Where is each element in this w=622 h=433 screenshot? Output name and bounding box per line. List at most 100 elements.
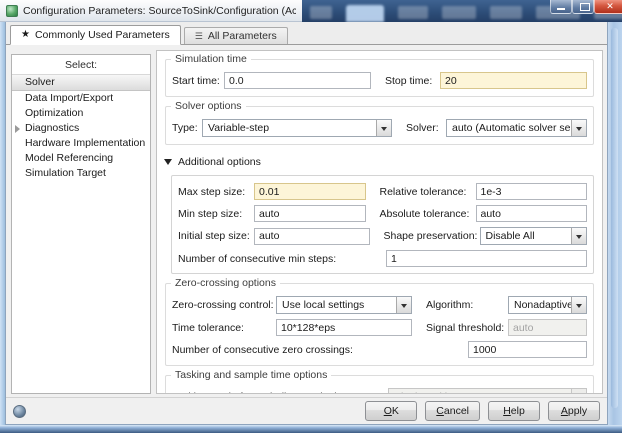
solver-select-value: auto (Automatic solver selection) (447, 122, 571, 134)
background-ribbon-tab[interactable] (398, 6, 428, 19)
maximize-button[interactable] (572, 0, 594, 14)
tasking-mode-label: Tasking mode for periodic sample times: (172, 391, 388, 394)
collapse-triangle-icon (164, 159, 172, 169)
sidebar-item-model-referencing[interactable]: Model Referencing (12, 151, 150, 166)
consecutive-min-steps-label: Number of consecutive min steps: (178, 253, 386, 265)
background-ribbon-tab[interactable] (442, 6, 476, 19)
signal-threshold-label: Signal threshold: (426, 322, 508, 334)
sidebar-item-data-import-export[interactable]: Data Import/Export (12, 91, 150, 106)
shape-preservation-select[interactable]: Disable All (480, 227, 588, 245)
shape-preservation-label: Shape preservation: (384, 230, 480, 242)
category-sidebar: Select: Solver Data Import/Export Optimi… (11, 54, 151, 394)
time-tolerance-input[interactable] (276, 319, 412, 336)
consecutive-zero-crossings-input[interactable] (468, 341, 587, 358)
help-button[interactable]: Help (488, 401, 540, 421)
sidebar-item-label: Solver (25, 76, 55, 88)
shape-preservation-value: Disable All (481, 230, 572, 242)
dialog-title-bar: Configuration Parameters: SourceToSink/C… (0, 0, 302, 22)
sidebar-item-label: Data Import/Export (25, 92, 113, 104)
min-step-size-input[interactable] (254, 205, 366, 222)
solver-options-group: Solver options Type: Variable-step Solve… (165, 106, 594, 145)
background-ribbon-tab[interactable] (310, 6, 332, 19)
type-label: Type: (172, 122, 202, 134)
background-window-ribbon (302, 0, 622, 22)
dialog-content: Select: Solver Data Import/Export Optimi… (6, 45, 607, 397)
sidebar-item-label: Diagnostics (25, 122, 79, 134)
star-icon: ★ (21, 30, 30, 40)
chevron-down-icon (571, 389, 586, 394)
algorithm-select[interactable]: Nonadaptive (508, 296, 587, 314)
background-scrollbar-track (611, 28, 618, 408)
zero-crossing-control-select[interactable]: Use local settings (276, 296, 412, 314)
relative-tolerance-label: Relative tolerance: (380, 186, 476, 198)
cancel-button[interactable]: Cancel (425, 401, 480, 421)
close-button[interactable] (594, 0, 622, 14)
section-title-simulation-time: Simulation time (171, 53, 251, 65)
simulation-time-group: Simulation time Start time: Stop time: (165, 59, 594, 97)
ok-button[interactable]: OK (365, 401, 417, 421)
expand-arrow-icon[interactable] (15, 125, 24, 133)
additional-options-group: Max step size: Relative tolerance: Min s… (171, 175, 594, 274)
type-select-value: Variable-step (203, 122, 376, 134)
chevron-down-icon (396, 297, 411, 313)
help-globe-icon[interactable] (13, 405, 26, 418)
dialog-footer: OK Cancel Help Apply (6, 397, 607, 424)
min-step-size-label: Min step size: (178, 208, 254, 220)
tasking-options-group: Tasking and sample time options Tasking … (165, 375, 594, 394)
max-step-size-label: Max step size: (178, 186, 254, 198)
chevron-down-icon (571, 297, 586, 313)
apply-rest: pply (568, 405, 587, 417)
sidebar-item-solver[interactable]: Solver (12, 74, 150, 91)
background-window-scrollbar (608, 22, 622, 425)
start-time-input[interactable] (224, 72, 371, 89)
chevron-down-icon (571, 228, 586, 244)
apply-mnemonic: A (561, 405, 568, 417)
max-step-size-input[interactable] (254, 183, 366, 200)
relative-tolerance-input[interactable] (476, 183, 588, 200)
sidebar-item-hardware-implementation[interactable]: Hardware Implementation (12, 136, 150, 151)
section-title-additional-options: Additional options (178, 156, 261, 168)
background-ribbon-tab[interactable] (490, 6, 522, 19)
tab-label: Commonly Used Parameters (35, 29, 170, 41)
solver-label: Solver: (406, 122, 446, 134)
list-icon: ☰ (195, 32, 203, 41)
tasking-mode-value: SingleTasking (389, 391, 571, 394)
dialog-tab-bar: ★ Commonly Used Parameters ☰ All Paramet… (6, 22, 607, 45)
additional-options-toggle[interactable]: Additional options (164, 154, 594, 169)
app-icon (6, 5, 18, 17)
consecutive-min-steps-input[interactable] (386, 250, 587, 267)
section-title-tasking: Tasking and sample time options (171, 369, 331, 381)
section-title-solver-options: Solver options (171, 100, 246, 112)
sidebar-item-diagnostics[interactable]: Diagnostics (12, 121, 150, 136)
sidebar-item-optimization[interactable]: Optimization (12, 106, 150, 121)
window-title: Configuration Parameters: SourceToSink/C… (23, 5, 296, 17)
sidebar-item-simulation-target[interactable]: Simulation Target (12, 166, 150, 181)
configuration-parameters-dialog: ★ Commonly Used Parameters ☰ All Paramet… (5, 22, 608, 425)
type-select[interactable]: Variable-step (202, 119, 392, 137)
absolute-tolerance-label: Absolute tolerance: (380, 208, 476, 220)
background-ribbon-tab-active[interactable] (346, 5, 384, 22)
stop-time-input[interactable] (440, 72, 587, 89)
zero-crossing-control-label: Zero-crossing control: (172, 299, 276, 311)
tab-commonly-used-parameters[interactable]: ★ Commonly Used Parameters (10, 25, 181, 45)
zero-crossing-control-value: Use local settings (277, 299, 396, 311)
solver-select[interactable]: auto (Automatic solver selection) (446, 119, 587, 137)
algorithm-label: Algorithm: (426, 299, 508, 311)
cancel-mnemonic: C (436, 405, 444, 417)
cancel-rest: ancel (444, 405, 469, 417)
sidebar-item-label: Hardware Implementation (25, 137, 145, 149)
absolute-tolerance-input[interactable] (476, 205, 588, 222)
sidebar-item-label: Model Referencing (25, 152, 113, 164)
apply-button[interactable]: Apply (548, 401, 600, 421)
minimize-button[interactable] (550, 0, 572, 14)
solver-settings-panel: Simulation time Start time: Stop time: S… (156, 50, 603, 394)
section-title-zero-crossing: Zero-crossing options (171, 277, 280, 289)
tab-all-parameters[interactable]: ☰ All Parameters (184, 27, 288, 44)
initial-step-size-input[interactable] (254, 228, 370, 245)
ok-mnemonic: O (384, 405, 392, 417)
title-bar: Configuration Parameters: SourceToSink/C… (0, 0, 622, 22)
algorithm-value: Nonadaptive (509, 299, 571, 311)
screen: Configuration Parameters: SourceToSink/C… (0, 0, 622, 433)
sidebar-select-header: Select: (12, 55, 150, 74)
chevron-down-icon (376, 120, 391, 136)
